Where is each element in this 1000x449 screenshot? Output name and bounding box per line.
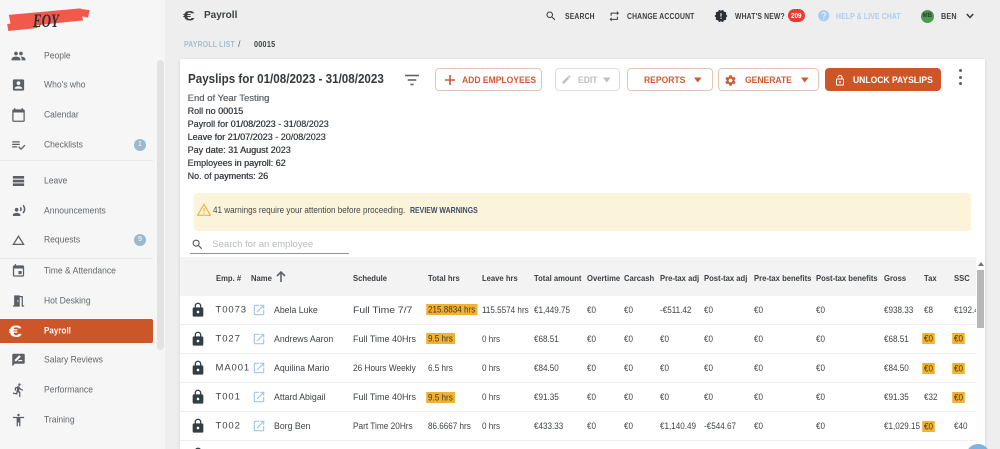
- svg-text:€: €: [9, 322, 23, 339]
- svg-text:EOY: EOY: [32, 11, 60, 32]
